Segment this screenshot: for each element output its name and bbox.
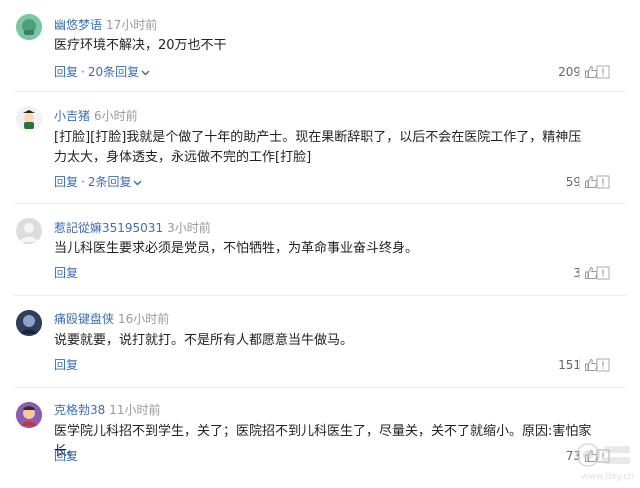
- reply-button[interactable]: 回复: [54, 65, 78, 79]
- comment-item: 小吉猪 6小时前 [打脸][打脸]我就是个做了十年的助产士。现在果断辞职了，以后不…: [0, 92, 640, 204]
- timestamp: 3小时前: [167, 221, 211, 235]
- comment-item: 克格勃38 11小时前 医学院儿科招不到学生，关了；医院招不到儿科医生了，尽量关，…: [0, 388, 640, 488]
- timestamp: 17小时前: [106, 18, 158, 32]
- replies-count-label: 20条回复: [87, 65, 140, 79]
- comment-header: 小吉猪 6小时前: [54, 108, 138, 124]
- divider-vertical: [579, 359, 580, 371]
- comment-actions: 回复: [54, 357, 78, 373]
- comment-header: 克格勃38 11小时前: [54, 402, 161, 418]
- divider-vertical: [579, 66, 580, 78]
- timestamp: 16小时前: [118, 312, 170, 326]
- separator-dot: ·: [81, 65, 85, 79]
- comment-item: 惹記從嫲35195031 3小时前 当儿科医生要求必须是党员，不怕牺牲，为革命事业…: [0, 204, 640, 296]
- comment-header: 幽悠梦语 17小时前: [54, 17, 157, 33]
- username[interactable]: 克格勃38: [54, 403, 105, 417]
- view-replies-button[interactable]: 20条回复: [88, 65, 150, 79]
- like-count: 151: [558, 358, 581, 372]
- comment-text: 当儿科医生要求必须是党员，不怕牺牲，为革命事业奋斗终身。: [54, 241, 419, 256]
- comment-header: 惹記從嫲35195031 3小时前: [54, 220, 211, 236]
- comment-item: 幽悠梦语 17小时前 医疗环境不解决，20万也不干 回复 · 20条回复 209: [0, 0, 640, 92]
- avatar[interactable]: [16, 218, 42, 244]
- view-replies-button[interactable]: 2条回复: [88, 175, 143, 189]
- like-count: 209: [558, 65, 581, 79]
- username[interactable]: 幽悠梦语: [54, 18, 102, 32]
- comment-text: 说要就要，说打就打。不是所有人都愿意当牛做马。: [54, 333, 354, 348]
- report-icon[interactable]: [596, 175, 610, 189]
- replies-count-label: 2条回复: [87, 175, 132, 189]
- comment-actions: 回复: [54, 448, 78, 464]
- comment-header: 痛殴键盘侠 16小时前: [54, 311, 169, 327]
- username[interactable]: 小吉猪: [54, 109, 90, 123]
- username[interactable]: 痛殴键盘侠: [54, 312, 114, 326]
- report-icon[interactable]: [596, 266, 610, 280]
- avatar[interactable]: [16, 106, 42, 132]
- report-icon[interactable]: [596, 65, 610, 79]
- avatar[interactable]: [16, 310, 42, 336]
- watermark-url: www.dxy.cn: [581, 472, 634, 482]
- reply-button[interactable]: 回复: [54, 266, 78, 280]
- comment-text: 医疗环境不解决，20万也不干: [54, 38, 227, 53]
- watermark-logo-icon: [576, 443, 630, 467]
- reply-button[interactable]: 回复: [54, 175, 78, 189]
- reply-button[interactable]: 回复: [54, 358, 78, 372]
- divider-vertical: [579, 267, 580, 279]
- like-button[interactable]: 3: [573, 265, 598, 281]
- like-button[interactable]: 59: [566, 174, 598, 190]
- comment-actions: 回复 · 20条回复: [54, 64, 150, 80]
- chevron-down-icon: [133, 180, 142, 186]
- separator-dot: ·: [81, 175, 85, 189]
- watermark: www.dxy.cn: [574, 438, 634, 482]
- timestamp: 11小时前: [109, 403, 161, 417]
- report-icon[interactable]: [596, 358, 610, 372]
- username[interactable]: 惹記從嫲35195031: [54, 221, 163, 235]
- chevron-down-icon: [141, 70, 150, 76]
- comment-actions: 回复: [54, 265, 78, 281]
- comment-text: 医学院儿科招不到学生，关了；医院招不到儿科医生了，尽量关，关不了就缩小。原因:害…: [54, 424, 592, 459]
- comment-item: 痛殴键盘侠 16小时前 说要就要，说打就打。不是所有人都愿意当牛做马。 回复 15…: [0, 296, 640, 388]
- timestamp: 6小时前: [94, 109, 138, 123]
- avatar[interactable]: [16, 402, 42, 428]
- divider-vertical: [579, 176, 580, 188]
- comment-text: [打脸][打脸]我就是个做了十年的助产士。现在果断辞职了，以后不会在医院工作了，…: [54, 130, 582, 165]
- comment-actions: 回复 · 2条回复: [54, 174, 142, 190]
- avatar[interactable]: [16, 14, 42, 40]
- reply-button[interactable]: 回复: [54, 449, 78, 463]
